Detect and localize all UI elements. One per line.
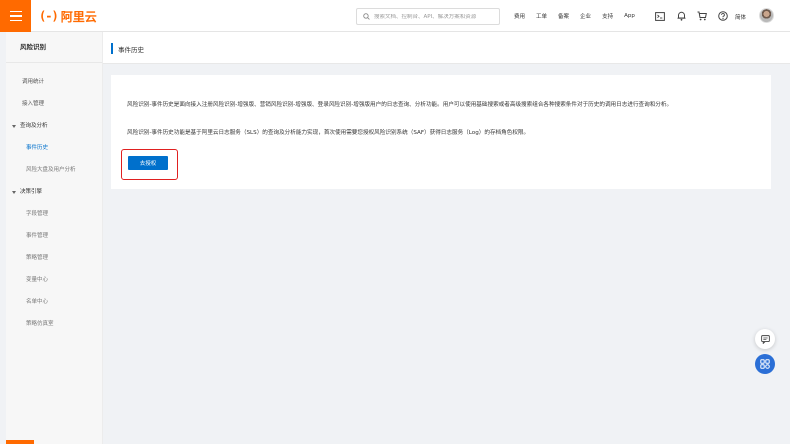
- chevron-down-icon: [12, 124, 16, 128]
- logo-text: 阿里云: [60, 9, 97, 24]
- intro-paragraph: 风险识别-事件历史是面向接入注册风险识别-增强版、营销风险识别-增强版、登录风险…: [127, 102, 673, 108]
- logo-mark: (-): [39, 9, 59, 23]
- sidebar-item-access-management[interactable]: 接入管理: [6, 93, 102, 115]
- sidebar: 风险识别 调用统计 接入管理 查询及分析 事件历史 风险大盘及用户分析 决策引擎…: [6, 32, 103, 444]
- top-nav-links: 费用 工单 备案 企业 支持 App: [514, 0, 646, 32]
- chevron-down-icon: [12, 190, 16, 194]
- sidebar-group-query-analysis[interactable]: 查询及分析: [6, 115, 102, 137]
- sidebar-item-event-history[interactable]: 事件历史: [6, 137, 102, 159]
- sidebar-item-list-center[interactable]: 名单中心: [6, 291, 102, 313]
- sidebar-group-label: 决策引擎: [20, 189, 43, 195]
- search-input[interactable]: [374, 13, 494, 20]
- nav-link-tickets[interactable]: 工单: [536, 12, 547, 20]
- event-history-card: 风险识别-事件历史是面向接入注册风险识别-增强版、营销风险识别-增强版、登录风险…: [111, 75, 771, 189]
- bottom-accent-bar: [6, 440, 34, 444]
- bell-icon[interactable]: [675, 10, 687, 22]
- nav-link-billing[interactable]: 费用: [514, 12, 525, 20]
- top-navigation-bar: (-) 阿里云 费用 工单 备案 企业 支持 App 简体: [0, 0, 790, 32]
- cart-icon[interactable]: [696, 10, 708, 22]
- apps-icon[interactable]: [755, 354, 775, 374]
- user-avatar[interactable]: [759, 8, 774, 23]
- search-icon: [363, 13, 370, 20]
- global-search[interactable]: [356, 8, 500, 25]
- nav-link-icp[interactable]: 备案: [558, 12, 569, 20]
- hamburger-menu-icon[interactable]: [0, 0, 31, 32]
- sidebar-item-risk-dashboard[interactable]: 风险大盘及用户分析: [6, 159, 102, 181]
- authorization-paragraph: 风险识别-事件历史功能是基于阿里云日志服务（SLS）的查询及分析能力实现，首次使…: [127, 130, 530, 136]
- top-nav-icons: [654, 0, 729, 32]
- page-title: 事件历史: [118, 46, 144, 54]
- title-accent-bar: [111, 43, 113, 54]
- sidebar-title: 风险识别: [6, 32, 102, 63]
- sidebar-item-event-management[interactable]: 事件管理: [6, 225, 102, 247]
- help-icon[interactable]: [717, 10, 729, 22]
- highlight-annotation-box: 去授权: [121, 149, 178, 180]
- terminal-icon[interactable]: [654, 10, 666, 22]
- sidebar-menu: 调用统计 接入管理 查询及分析 事件历史 风险大盘及用户分析 决策引擎 字段管理…: [6, 63, 102, 335]
- sidebar-group-label: 查询及分析: [20, 123, 48, 129]
- nav-link-app[interactable]: App: [624, 13, 635, 19]
- nav-link-support[interactable]: 支持: [602, 12, 613, 20]
- authorize-button[interactable]: 去授权: [128, 156, 168, 170]
- language-switch[interactable]: 简体: [735, 13, 746, 21]
- sidebar-item-field-management[interactable]: 字段管理: [6, 203, 102, 225]
- content-header: 事件历史: [103, 32, 790, 64]
- sidebar-item-strategy-management[interactable]: 策略管理: [6, 247, 102, 269]
- sidebar-group-decision-engine[interactable]: 决策引擎: [6, 181, 102, 203]
- sidebar-item-variable-center[interactable]: 变量中心: [6, 269, 102, 291]
- chat-icon[interactable]: [755, 329, 775, 349]
- nav-link-enterprise[interactable]: 企业: [580, 12, 591, 20]
- sidebar-item-strategy-simulation[interactable]: 策略仿真室: [6, 313, 102, 335]
- aliyun-logo[interactable]: (-) 阿里云: [39, 8, 97, 24]
- sidebar-item-call-stats[interactable]: 调用统计: [6, 71, 102, 93]
